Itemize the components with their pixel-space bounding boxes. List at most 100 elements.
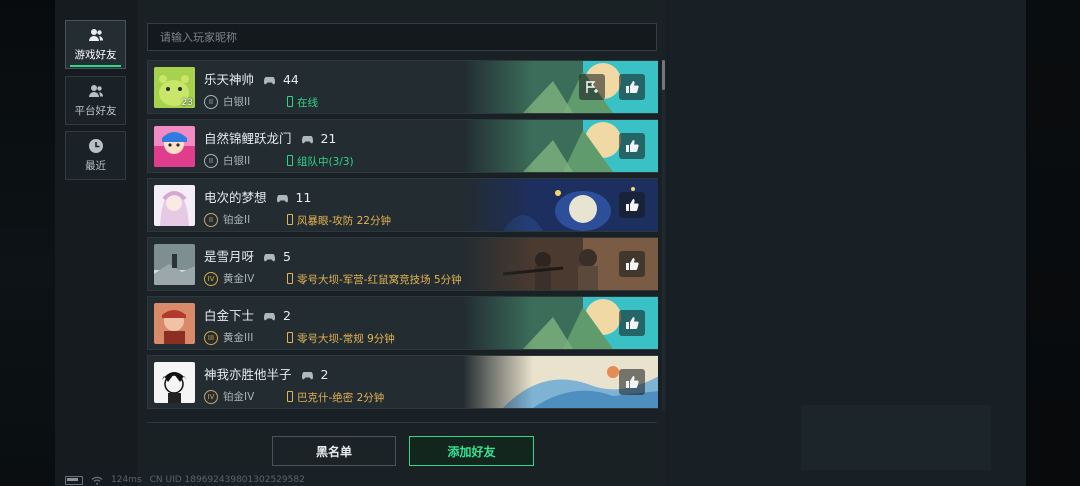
- phone-icon: [287, 273, 293, 284]
- friend-name-line: 自然锦鲤跃龙门 21: [204, 128, 336, 147]
- rank: II 白银II: [204, 94, 250, 109]
- wifi-icon: [91, 476, 103, 485]
- like-button[interactable]: [619, 192, 645, 218]
- status-footer: 124ms CN UID 18969243980130252958​2: [65, 475, 305, 485]
- name-card-banner: [463, 61, 658, 113]
- friend-row[interactable]: 神我亦胜他半子 2 IV 铂金IV 巴克什-绝密 2分钟: [147, 355, 658, 409]
- match-count: 44: [282, 72, 299, 87]
- phone-icon: [287, 332, 293, 343]
- friend-row[interactable]: 电次的梦想 11 II 铂金II 风暴眼-攻防 22分钟: [147, 178, 658, 232]
- rank: III 黄金III: [204, 330, 253, 345]
- banner-fade: [463, 356, 533, 408]
- phone-icon: [287, 391, 293, 402]
- match-count: 2: [320, 367, 329, 382]
- left-background: [0, 0, 55, 486]
- tab-platform-friends[interactable]: 平台好友: [65, 76, 126, 125]
- gamepad-icon: [276, 195, 288, 203]
- name-card-banner: [463, 297, 658, 349]
- friend-name: 乐天神帅: [204, 72, 255, 87]
- status-text: 巴克什-绝密 2分钟: [287, 390, 384, 405]
- banner-fade: [463, 238, 533, 290]
- rank: II 白银II: [204, 153, 250, 168]
- blacklist-button[interactable]: 黑名单: [272, 436, 396, 466]
- status-label: 零号大坝-常规 9分钟: [297, 333, 395, 345]
- avatar: 23: [154, 67, 195, 108]
- rank-label: 铂金IV: [223, 391, 255, 403]
- users-icon: [88, 85, 103, 97]
- phone-icon: [287, 214, 293, 225]
- status-text: 在线: [287, 95, 318, 110]
- gamepad-icon: [301, 372, 313, 380]
- avatar-level: 23: [181, 98, 193, 108]
- right-panel: [668, 0, 1026, 486]
- friend-name-line: 白金下士 2: [204, 305, 291, 324]
- avatar: [154, 244, 195, 285]
- friend-row[interactable]: 白金下士 2 III 黄金III 零号大坝-常规 9分钟: [147, 296, 658, 350]
- phone-icon: [287, 96, 293, 107]
- rank: IV 黄金IV: [204, 271, 254, 286]
- friend-name: 电次的梦想: [204, 190, 267, 205]
- add-friend-button[interactable]: 添加好友: [409, 436, 534, 466]
- gamepad-icon: [264, 77, 275, 85]
- friend-row[interactable]: 23 乐天神帅 44 II 白银II 在线: [147, 60, 658, 114]
- like-button[interactable]: [619, 310, 645, 336]
- uid-text: CN UID 18969243980130252958​2: [149, 475, 305, 485]
- status-label: 风暴眼-攻防 22分钟: [297, 215, 391, 227]
- ping-text: 124ms: [111, 475, 142, 485]
- ghost-button-area: [801, 405, 991, 470]
- rank-label: 铂金II: [223, 214, 251, 226]
- thumbs-up-icon: [626, 199, 639, 211]
- rank-label: 白银II: [223, 155, 251, 167]
- banner-fade: [463, 297, 533, 349]
- list-scrollbar[interactable]: [662, 60, 665, 410]
- like-button[interactable]: [619, 251, 645, 277]
- tab-label: 平台好友: [74, 105, 117, 117]
- gamepad-icon: [264, 254, 275, 262]
- like-button[interactable]: [619, 74, 645, 100]
- match-count: 21: [320, 131, 337, 146]
- name-card-banner: [463, 238, 658, 290]
- rank-silver-icon: II: [204, 94, 218, 109]
- avatar: [154, 362, 195, 403]
- invite-flag-button[interactable]: [579, 74, 605, 100]
- friend-name-line: 乐天神帅 44: [204, 69, 299, 88]
- rank-platinum-icon: II: [204, 212, 218, 227]
- thumbs-up-icon: [626, 258, 639, 270]
- tab-game-friends[interactable]: 游戏好友: [65, 20, 126, 69]
- clock-icon: [88, 139, 103, 153]
- users-icon: [88, 29, 103, 41]
- like-button[interactable]: [619, 133, 645, 159]
- thumbs-up-icon: [626, 376, 639, 388]
- name-card-banner: [463, 179, 658, 231]
- scrollbar-thumb[interactable]: [662, 60, 665, 90]
- status-text: 风暴眼-攻防 22分钟: [287, 213, 391, 228]
- friend-list[interactable]: 23 乐天神帅 44 II 白银II 在线 自然锦鲤跃龙门 21 II 白银II 组…: [147, 60, 658, 410]
- name-card-banner: [463, 120, 658, 172]
- rank: II 铂金II: [204, 212, 250, 227]
- status-text: 零号大坝-军营-红鼠窝竞技场 5分钟: [287, 272, 462, 287]
- rank-platinum-icon: IV: [204, 389, 218, 404]
- friend-row[interactable]: 自然锦鲤跃龙门 21 II 白银II 组队中(3/3): [147, 119, 658, 173]
- name-card-banner: [463, 356, 658, 408]
- avatar: [154, 185, 195, 226]
- tab-label: 游戏好友: [74, 49, 117, 61]
- search-input[interactable]: 请输入玩家昵称: [147, 23, 657, 51]
- tab-label: 最近: [85, 160, 106, 172]
- friend-name-line: 电次的梦想 11: [204, 187, 311, 206]
- tab-recent[interactable]: 最近: [65, 131, 126, 180]
- friend-name: 神我亦胜他半子: [204, 367, 292, 382]
- thumbs-up-icon: [626, 317, 639, 329]
- banner-fade: [463, 179, 533, 231]
- match-count: 2: [282, 308, 291, 323]
- like-button[interactable]: [619, 369, 645, 395]
- avatar: [154, 126, 195, 167]
- friend-row[interactable]: 是雪月呀 5 IV 黄金IV 零号大坝-军营-红鼠窝竞技场 5分钟: [147, 237, 658, 291]
- gamepad-icon: [301, 136, 313, 144]
- status-label: 在线: [297, 97, 318, 109]
- friend-name: 自然锦鲤跃龙门: [204, 131, 292, 146]
- battery-icon: [65, 475, 83, 485]
- banner-fade: [463, 120, 533, 172]
- rank-gold-icon: IV: [204, 271, 218, 286]
- flag-plus-icon: [586, 81, 598, 93]
- friend-name: 是雪月呀: [204, 249, 255, 264]
